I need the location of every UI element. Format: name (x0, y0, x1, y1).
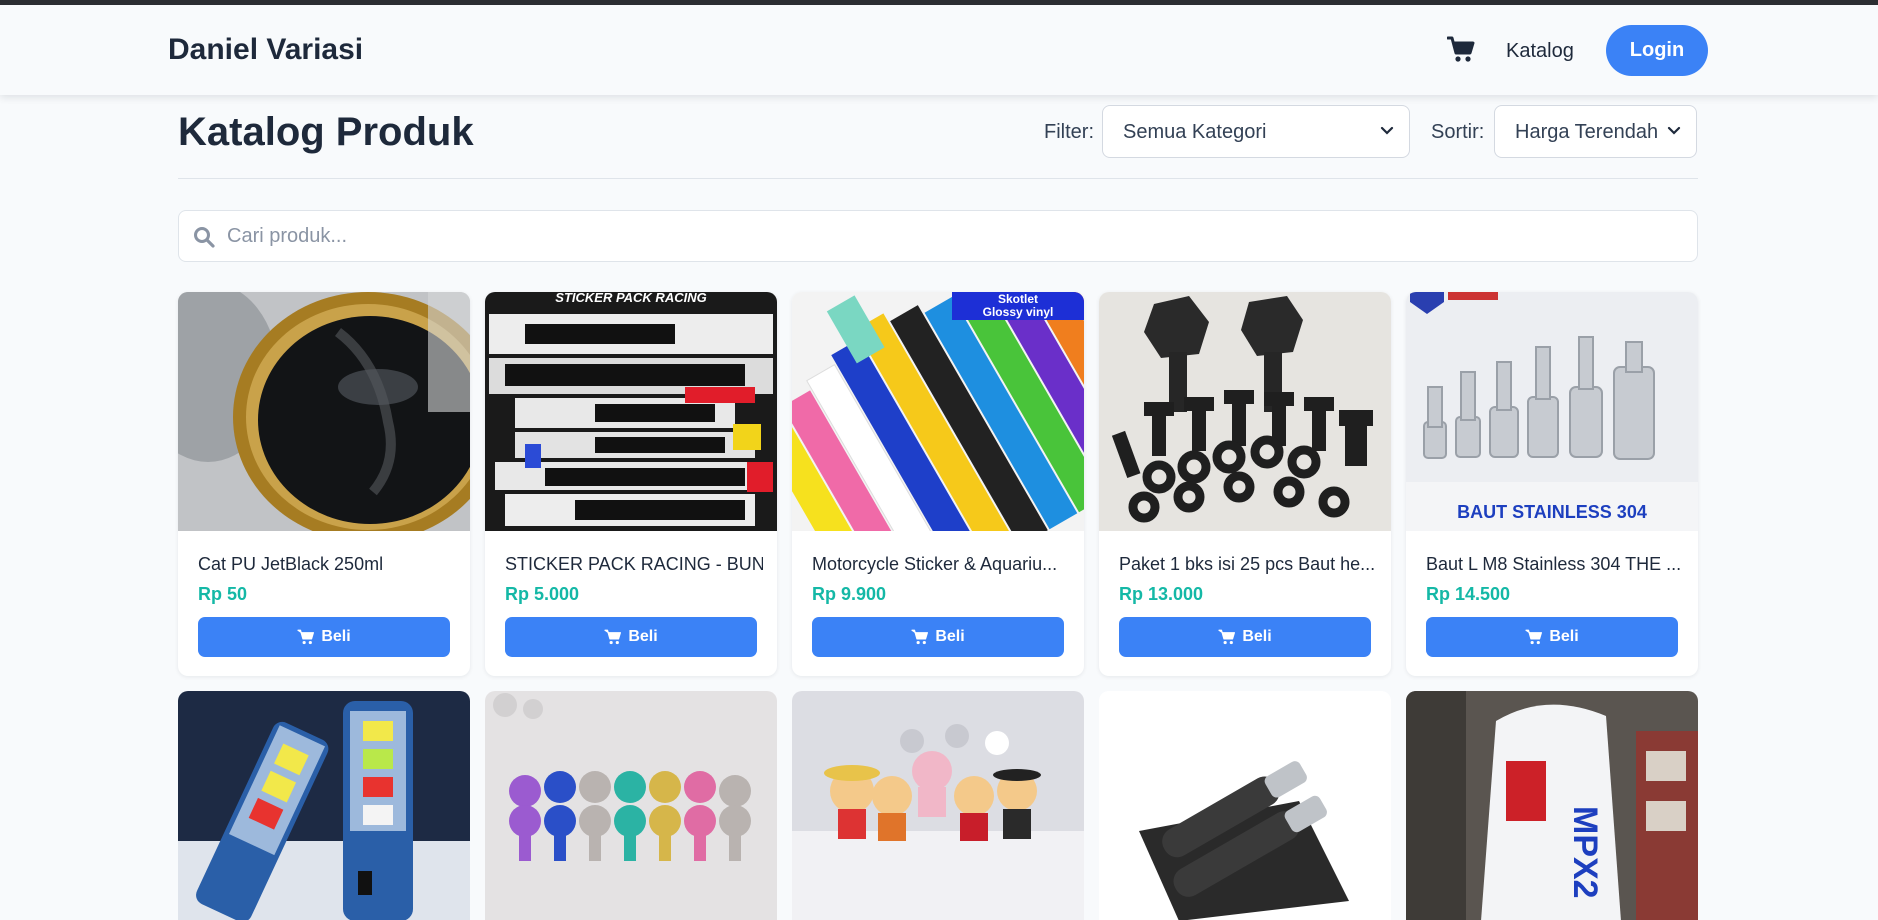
product-name[interactable]: Motorcycle Sticker & Aquariu... (812, 554, 1070, 575)
chevron-down-icon (1667, 126, 1681, 135)
product-card-led[interactable] (178, 691, 470, 920)
buy-button-label: Beli (935, 628, 965, 645)
product-card-grips[interactable] (1099, 691, 1391, 920)
product-price: Rp 9.900 (812, 584, 887, 604)
product-image-stainless-bolts[interactable]: BAUT STAINLESS 304 (1406, 292, 1698, 531)
handlebar-grips-image[interactable] (1099, 691, 1391, 920)
product-price: Rp 13.000 (1119, 584, 1204, 604)
product-image-paint-can[interactable] (178, 292, 470, 531)
stainless-banner-text: BAUT STAINLESS 304 (1457, 502, 1647, 522)
cart-icon (1218, 629, 1236, 645)
cart-icon (297, 629, 315, 645)
product-card-color-bolts[interactable] (485, 691, 777, 920)
product-name[interactable]: Baut L M8 Stainless 304 THE ... (1426, 554, 1684, 575)
buy-button-label: Beli (1242, 628, 1272, 645)
search-icon (194, 227, 215, 248)
product-name[interactable]: STICKER PACK RACING - BUN... (505, 554, 763, 575)
search-bar (178, 210, 1698, 262)
vinyl-badge-text: Skotlet (998, 292, 1038, 306)
buy-button[interactable]: Beli (1119, 617, 1371, 657)
product-card[interactable]: Cat PU JetBlack 250ml Rp 50 Beli (178, 292, 470, 676)
product-name[interactable]: Paket 1 bks isi 25 pcs Baut he... (1119, 554, 1377, 575)
product-card[interactable]: Paket 1 bks isi 25 pcs Baut he... Rp 13.… (1099, 292, 1391, 676)
sort-select[interactable]: Harga Terendah (1494, 105, 1697, 158)
filter-label: Filter: (1044, 121, 1094, 143)
color-bolts-image[interactable] (485, 691, 777, 920)
product-card[interactable]: Skotlet Glossy vinyl Motorcycle Sticker … (792, 292, 1084, 676)
sort-value: Harga Terendah (1515, 121, 1659, 143)
product-image-vinyl-rolls[interactable]: Skotlet Glossy vinyl (792, 292, 1084, 531)
oil-bottle-label: MPX2 (1566, 806, 1604, 899)
buy-button[interactable]: Beli (198, 617, 450, 657)
figure-keychains-image[interactable] (792, 691, 1084, 920)
buy-button[interactable]: Beli (812, 617, 1064, 657)
product-card[interactable]: BAUT STAINLESS 304 Baut L M8 Stainless 3… (1406, 292, 1698, 676)
product-name[interactable]: Cat PU JetBlack 250ml (198, 554, 456, 575)
product-card-oil[interactable]: MPX2 (1406, 691, 1698, 920)
nav-katalog-link[interactable]: Katalog (1506, 40, 1574, 63)
category-filter-value: Semua Kategori (1123, 121, 1267, 143)
header-divider (178, 178, 1698, 179)
sticker-pack-banner-text: STICKER PACK RACING (555, 292, 706, 305)
buy-button[interactable]: Beli (1426, 617, 1678, 657)
login-button[interactable]: Login (1606, 25, 1708, 76)
page-title: Katalog Produk (178, 110, 474, 154)
product-card[interactable]: STICKER PACK RACING STICKER PACK RACING … (485, 292, 777, 676)
product-price: Rp 50 (198, 584, 248, 604)
product-image-sticker-pack[interactable]: STICKER PACK RACING (485, 292, 777, 531)
cart-icon (604, 629, 622, 645)
product-price: Rp 5.000 (505, 584, 580, 604)
brand-logo[interactable]: Daniel Variasi (168, 33, 363, 67)
buy-button-label: Beli (321, 628, 351, 645)
navbar: Daniel Variasi Katalog Login (0, 5, 1878, 95)
shopping-cart-icon[interactable] (1446, 35, 1475, 65)
led-bulb-image[interactable] (178, 691, 470, 920)
sort-label: Sortir: (1431, 121, 1485, 143)
chevron-down-icon (1380, 126, 1394, 135)
cart-icon (1525, 629, 1543, 645)
oil-bottle-image[interactable]: MPX2 (1406, 691, 1698, 920)
vinyl-badge-text-2: Glossy vinyl (983, 305, 1054, 319)
category-filter-select[interactable]: Semua Kategori (1102, 105, 1410, 158)
product-card-figures[interactable] (792, 691, 1084, 920)
buy-button[interactable]: Beli (505, 617, 757, 657)
cart-icon (911, 629, 929, 645)
product-price: Rp 14.500 (1426, 584, 1511, 604)
buy-button-label: Beli (1549, 628, 1579, 645)
buy-button-label: Beli (628, 628, 658, 645)
product-image-black-bolts[interactable] (1099, 292, 1391, 531)
search-input[interactable] (227, 219, 1667, 253)
